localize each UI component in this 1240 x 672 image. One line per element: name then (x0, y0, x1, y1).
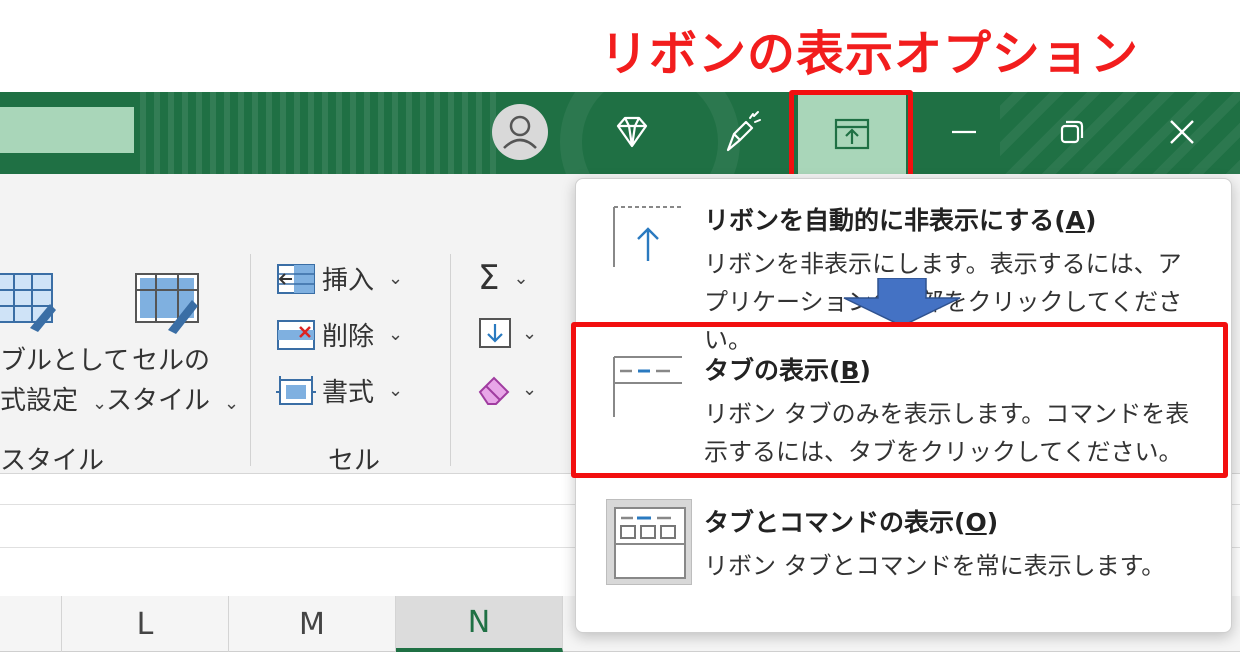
fill-button[interactable]: ⌄ (476, 316, 537, 350)
auto-hide-ribbon-icon (612, 201, 692, 285)
grid-row[interactable] (0, 652, 1240, 672)
format-as-table-icon[interactable] (0, 270, 60, 334)
group-label-cells: セル (328, 446, 381, 476)
column-header-m[interactable]: M (229, 596, 396, 652)
annotation-arrow-icon (842, 277, 962, 328)
title-bar-pattern (140, 92, 500, 174)
ribbon-separator (450, 254, 451, 466)
ribbon-separator (250, 254, 251, 466)
chevron-down-icon: ⌄ (92, 393, 108, 414)
format-as-table-label-2-text: 式設定 (0, 386, 79, 416)
format-as-table-label-2[interactable]: 式設定 ⌄ (0, 380, 107, 417)
annotation-title: リボンの表示オプション (600, 26, 1140, 82)
format-label: 書式 (322, 378, 375, 408)
menu-item-title: タブとコマンドの表示(O) (704, 503, 998, 539)
chevron-down-icon: ⌄ (388, 380, 404, 401)
excel-window: リボンの表示オプション ブルとして 式設定 ⌄ セルの スタイル ⌄ スタイル … (0, 0, 1240, 672)
diamond-icon[interactable] (612, 112, 652, 152)
insert-label: 挿入 (322, 266, 375, 296)
delete-label: 削除 (322, 322, 375, 352)
sum-icon: Σ (478, 258, 500, 298)
column-header-l[interactable]: L (62, 596, 229, 652)
clear-button[interactable]: ⌄ (476, 372, 537, 406)
chevron-down-icon: ⌄ (388, 324, 404, 345)
highlight-box (571, 322, 1228, 478)
account-icon[interactable] (492, 104, 548, 160)
menu-item-show-tabs-and-commands[interactable]: タブとコマンドの表示(O) リボン タブとコマンドを常に表示します。 (576, 477, 1233, 607)
minimize-icon[interactable] (948, 116, 980, 148)
delete-button[interactable]: 削除 ⌄ (276, 316, 403, 353)
menu-item-title: リボンを自動的に非表示にする(A) (704, 201, 1096, 237)
menu-item-title-prefix: リボンを自動的に非表示にする( (704, 206, 1066, 235)
insert-cells-icon (276, 262, 316, 296)
format-button[interactable]: 書式 ⌄ (276, 372, 403, 409)
insert-button[interactable]: 挿入 ⌄ (276, 260, 403, 297)
access-key: A (1065, 206, 1086, 235)
chevron-down-icon: ⌄ (513, 267, 529, 289)
menu-item-description: リボン タブとコマンドを常に表示します。 (704, 552, 1166, 580)
menu-item-title-prefix: タブとコマンドの表示( (704, 508, 966, 537)
chevron-down-icon: ⌄ (224, 393, 240, 414)
chevron-down-icon: ⌄ (522, 322, 538, 344)
access-key: O (965, 508, 987, 537)
format-cells-icon (276, 374, 316, 408)
group-label-styles: スタイル (0, 446, 105, 476)
restore-icon[interactable] (1056, 116, 1088, 148)
cell-styles-icon[interactable] (132, 268, 208, 334)
autosum-button[interactable]: Σ ⌄ (478, 258, 529, 298)
pen-icon[interactable] (720, 108, 764, 154)
chevron-down-icon: ⌄ (388, 268, 404, 289)
menu-item-title-suffix: ) (986, 508, 999, 537)
column-header[interactable] (0, 596, 62, 652)
chevron-down-icon: ⌄ (522, 378, 538, 400)
title-bar-pattern (1000, 92, 1240, 174)
cell-styles-label-2[interactable]: スタイル ⌄ (106, 380, 239, 417)
close-icon[interactable] (1166, 116, 1198, 148)
format-as-table-label-1[interactable]: ブルとして (0, 340, 129, 377)
delete-cells-icon (276, 318, 316, 352)
fill-down-icon (476, 316, 516, 350)
cell-styles-label-1[interactable]: セルの (132, 340, 210, 377)
cell-styles-label-2-text: スタイル (106, 386, 211, 416)
eraser-icon (476, 372, 516, 406)
show-tabs-and-commands-icon (606, 499, 692, 585)
highlight-box (789, 90, 913, 184)
menu-item-title-suffix: ) (1085, 206, 1097, 235)
column-header-n[interactable]: N (396, 596, 563, 652)
search-box[interactable] (0, 107, 134, 153)
